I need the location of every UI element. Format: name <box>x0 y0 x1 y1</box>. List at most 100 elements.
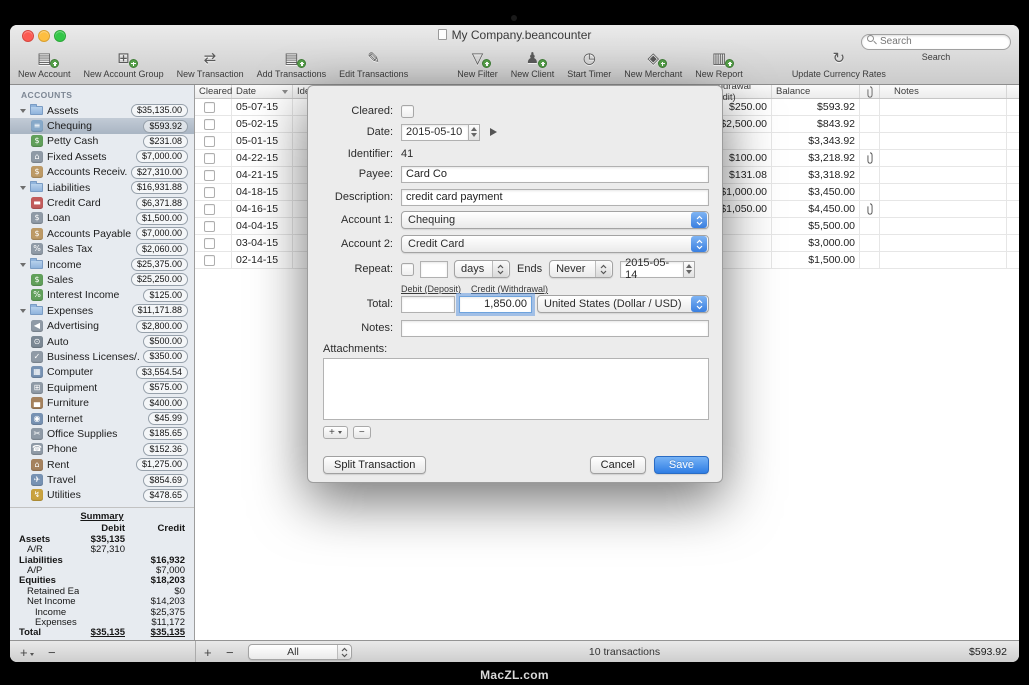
debit-deposit-link[interactable]: Debit (Deposit) <box>401 284 461 294</box>
attachment-cell <box>860 235 880 251</box>
repeat-end-date-stepper[interactable] <box>684 261 695 278</box>
payee-input[interactable] <box>401 166 709 183</box>
save-button[interactable]: Save <box>654 456 709 474</box>
toolbar-button[interactable]: ⇄ New Transaction <box>177 48 244 79</box>
attachment-cell <box>860 218 880 234</box>
sidebar-account-item[interactable]: $ Loan $1,500.00 <box>10 211 194 226</box>
account-name: Business Licenses/... <box>47 351 139 363</box>
cleared-checkbox[interactable] <box>204 221 215 232</box>
add-attachment-button[interactable]: + <box>323 426 348 439</box>
sidebar-account-item[interactable]: ✂ Office Supplies $185.65 <box>10 426 194 441</box>
column-header-cleared[interactable]: Cleared <box>195 85 232 98</box>
sidebar-account-item[interactable]: ✓ Business Licenses/... $350.00 <box>10 349 194 364</box>
sidebar-account-item[interactable]: % Sales Tax $2,060.00 <box>10 242 194 257</box>
toolbar-button-label: New Account Group <box>84 69 164 79</box>
column-header-attachment[interactable] <box>860 85 880 98</box>
account2-popup[interactable]: Credit Card <box>401 235 709 253</box>
toolbar-button[interactable]: ◷ Start Timer <box>567 48 611 79</box>
toolbar-button[interactable]: ▽ New Filter <box>457 48 498 79</box>
minimize-button[interactable] <box>38 30 50 42</box>
repeat-end-date-field[interactable]: 2015-05-14 <box>620 261 684 278</box>
toolbar-button[interactable]: ▥ New Report <box>695 48 743 79</box>
remove-attachment-button[interactable]: − <box>353 426 371 439</box>
repeat-interval-input[interactable] <box>420 261 448 278</box>
attachment-cell <box>860 184 880 200</box>
cleared-checkbox[interactable] <box>204 238 215 249</box>
cleared-checkbox[interactable] <box>401 105 414 118</box>
sidebar-account-item[interactable]: ≡ Chequing $593.92 <box>10 118 194 133</box>
toolbar-button[interactable]: ▤ Add Transactions <box>257 48 327 79</box>
sidebar-account-item[interactable]: % Interest Income $125.00 <box>10 288 194 303</box>
add-transaction-button[interactable]: + <box>204 641 212 662</box>
summary-row: Total $35,135 $35,135 <box>19 628 185 638</box>
sidebar-account-item[interactable]: ☎ Phone $152.36 <box>10 442 194 457</box>
cleared-checkbox[interactable] <box>204 204 215 215</box>
notes-input[interactable] <box>401 320 709 337</box>
split-transaction-button[interactable]: Split Transaction <box>323 456 426 474</box>
repeat-checkbox[interactable] <box>401 263 414 276</box>
toolbar-button[interactable]: ✎ Edit Transactions <box>339 48 408 79</box>
column-header-date[interactable]: Date <box>232 85 293 98</box>
remove-transaction-button[interactable]: − <box>226 641 234 662</box>
repeat-unit-popup[interactable]: days <box>454 260 510 278</box>
cleared-checkbox[interactable] <box>204 119 215 130</box>
account1-popup[interactable]: Chequing <box>401 211 709 229</box>
disclosure-triangle-icon[interactable] <box>20 309 26 313</box>
total-debit-input[interactable] <box>401 296 455 313</box>
sidebar-account-item[interactable]: Assets $35,135.00 <box>10 103 194 118</box>
close-button[interactable] <box>22 30 34 42</box>
cancel-button[interactable]: Cancel <box>590 456 646 474</box>
sidebar-account-item[interactable]: ▬ Credit Card $6,371.88 <box>10 195 194 210</box>
cleared-checkbox[interactable] <box>204 170 215 181</box>
disclosure-triangle-icon[interactable] <box>20 109 26 113</box>
sidebar-account-item[interactable]: Expenses $11,171.88 <box>10 303 194 318</box>
sidebar-account-item[interactable]: ⌂ Rent $1,275.00 <box>10 457 194 472</box>
date-field[interactable]: 2015-05-10 <box>401 124 469 141</box>
sidebar-account-item[interactable]: Income $25,375.00 <box>10 257 194 272</box>
sidebar-account-item[interactable]: ▦ Computer $3,554.54 <box>10 365 194 380</box>
folder-icon <box>30 106 43 115</box>
credit-withdrawal-link[interactable]: Credit (Withdrawal) <box>471 284 548 294</box>
toolbar-button[interactable]: ◈ New Merchant <box>624 48 682 79</box>
cleared-checkbox[interactable] <box>204 102 215 113</box>
total-credit-input[interactable] <box>459 296 532 313</box>
date-stepper[interactable] <box>469 124 480 141</box>
toolbar-button[interactable]: ♟ New Client <box>511 48 555 79</box>
sidebar-account-item[interactable]: ⌂ Fixed Assets $7,000.00 <box>10 149 194 164</box>
add-account-button[interactable]: + <box>20 641 34 662</box>
cleared-checkbox[interactable] <box>204 187 215 198</box>
sidebar-account-item[interactable]: $ Sales $25,250.00 <box>10 272 194 287</box>
calendar-disclosure-icon[interactable] <box>490 128 497 136</box>
sidebar-account-item[interactable]: ◀ Advertising $2,800.00 <box>10 318 194 333</box>
search-input[interactable] <box>861 34 1011 50</box>
disclosure-triangle-icon[interactable] <box>20 186 26 190</box>
popup-arrows-icon <box>691 236 707 252</box>
sidebar-account-item[interactable]: ▄ Furniture $400.00 <box>10 395 194 410</box>
attachments-dropzone[interactable] <box>323 358 709 420</box>
cleared-checkbox[interactable] <box>204 136 215 147</box>
sidebar-account-item[interactable]: $ Accounts Receiv... $27,310.00 <box>10 165 194 180</box>
disclosure-triangle-icon[interactable] <box>20 263 26 267</box>
sidebar-account-item[interactable]: ↯ Utilities $478.65 <box>10 488 194 503</box>
sidebar-account-item[interactable]: ⊙ Auto $500.00 <box>10 334 194 349</box>
currency-popup[interactable]: United States (Dollar / USD) <box>537 295 709 313</box>
toolbar-button[interactable]: ⊞ New Account Group <box>84 48 164 79</box>
toolbar-button[interactable]: ▤ New Account <box>18 48 71 79</box>
column-header-notes[interactable]: Notes <box>880 85 1007 98</box>
remove-account-button[interactable]: − <box>48 641 56 662</box>
sidebar-account-item[interactable]: $ Accounts Payable $7,000.00 <box>10 226 194 241</box>
sidebar-account-item[interactable]: ✈ Travel $854.69 <box>10 472 194 487</box>
filter-popup[interactable]: All <box>248 644 352 660</box>
cleared-checkbox[interactable] <box>204 153 215 164</box>
ends-popup[interactable]: Never <box>549 260 613 278</box>
sidebar-account-item[interactable]: $ Petty Cash $231.08 <box>10 134 194 149</box>
cleared-checkbox[interactable] <box>204 255 215 266</box>
zoom-button[interactable] <box>54 30 66 42</box>
sidebar-account-item[interactable]: ◉ Internet $45.99 <box>10 411 194 426</box>
sidebar-account-item[interactable]: ⊞ Equipment $575.00 <box>10 380 194 395</box>
sidebar-account-item[interactable]: Liabilities $16,931.88 <box>10 180 194 195</box>
column-header-balance[interactable]: Balance <box>772 85 860 98</box>
account-balance-badge: $1,275.00 <box>136 458 188 471</box>
description-input[interactable] <box>401 189 709 206</box>
account-icon: ▬ <box>31 197 43 209</box>
